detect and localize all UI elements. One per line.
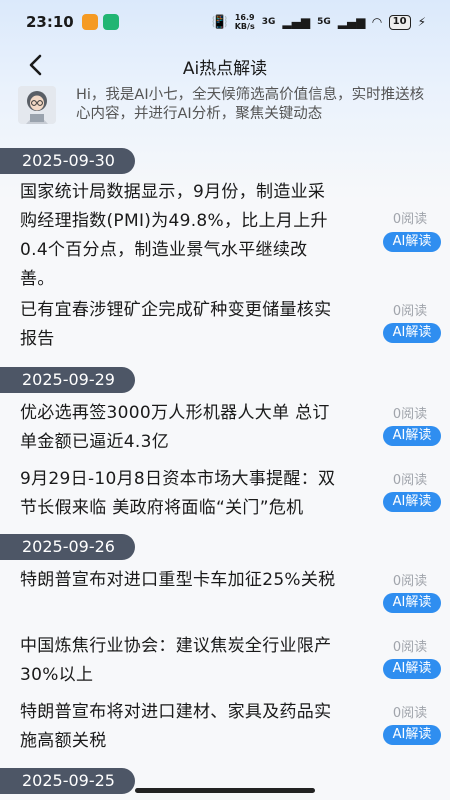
read-count: 0阅读	[392, 212, 428, 227]
date-badge: 2025-09-26	[0, 534, 135, 560]
list-item[interactable]: 特朗普宣布对进口重型卡车加征25%关税 0阅读 AI解读	[0, 566, 450, 613]
read-count: 0阅读	[392, 407, 428, 422]
list-item[interactable]: 特朗普宣布将对进口建材、家具及药品实施高额关税 0阅读 AI解读	[0, 698, 450, 756]
news-title[interactable]: 9月29日-10月8日资本市场大事提醒：双节长假来临 美政府将面临“关门”危机	[20, 465, 340, 523]
net-speed-unit: KB/s	[234, 22, 255, 31]
date-section: 2025-09-30	[0, 148, 450, 174]
ai-interpret-button[interactable]: AI解读	[383, 492, 441, 512]
news-title[interactable]: 优必选再签3000万人形机器人大单 总订单金额已逼近4.3亿	[20, 399, 340, 457]
read-count: 0阅读	[392, 574, 428, 589]
date-section: 2025-09-29	[0, 367, 450, 393]
assistant-intro: Hi，我是AI小七，全天候筛选高价值信息，实时推送核心内容，并进行AI分析，聚焦…	[18, 86, 438, 138]
list-item[interactable]: 已有宜春涉锂矿企完成矿种变更储量核实报告 0阅读 AI解读	[0, 296, 450, 354]
news-title[interactable]: 特朗普宣布将对进口建材、家具及药品实施高额关税	[20, 698, 340, 756]
signal-5g: 5G	[317, 17, 331, 27]
date-badge: 2025-09-30	[0, 148, 135, 174]
nav-bar: Ai热点解读	[0, 44, 450, 88]
signal-3g: 3G	[261, 17, 276, 27]
signal-bars-icon-2: ▂▄▆	[337, 15, 366, 29]
news-title[interactable]: 中国炼焦行业协会：建议焦炭全行业限产30%以上	[20, 632, 340, 690]
news-title[interactable]: 国家统计局数据显示，9月份，制造业采购经理指数(PMI)为49.8%，比上月上升…	[20, 178, 340, 294]
net-speed: 16.9 KB/s	[235, 13, 255, 31]
list-item[interactable]: 中国炼焦行业协会：建议焦炭全行业限产30%以上 0阅读 AI解读	[0, 632, 450, 690]
status-time: 23:10	[26, 13, 74, 31]
status-bar: 23:10 📳 16.9 KB/s 3G ▂▄▆ 5G ▂▄▆ ◠ 10 ⚡	[0, 0, 450, 44]
ai-interpret-button[interactable]: AI解读	[383, 659, 441, 679]
net-speed-value: 16.9	[234, 13, 255, 22]
date-badge: 2025-09-25	[0, 768, 135, 794]
read-count: 0阅读	[392, 473, 428, 488]
ai-interpret-button[interactable]: AI解读	[383, 323, 441, 343]
news-title[interactable]: 已有宜春涉锂矿企完成矿种变更储量核实报告	[20, 296, 340, 354]
chat-notification-icon	[102, 14, 119, 30]
page-title: Ai热点解读	[182, 59, 268, 79]
read-count: 0阅读	[392, 706, 428, 721]
read-count: 0阅读	[392, 304, 428, 319]
wifi-icon: ◠	[372, 15, 382, 29]
ai-interpret-button[interactable]: AI解读	[383, 725, 441, 745]
list-item[interactable]: 9月29日-10月8日资本市场大事提醒：双节长假来临 美政府将面临“关门”危机 …	[0, 465, 450, 523]
list-item[interactable]: 国家统计局数据显示，9月份，制造业采购经理指数(PMI)为49.8%，比上月上升…	[0, 178, 450, 294]
news-title[interactable]: 特朗普宣布对进口重型卡车加征25%关税	[20, 566, 340, 595]
charging-icon: ⚡	[417, 15, 426, 29]
signal-bars-icon: ▂▄▆	[282, 15, 311, 29]
list-item[interactable]: 优必选再签3000万人形机器人大单 总订单金额已逼近4.3亿 0阅读 AI解读	[0, 399, 450, 457]
date-badge: 2025-09-29	[0, 367, 135, 393]
date-section: 2025-09-26	[0, 534, 450, 560]
battery-level: 10	[392, 15, 407, 27]
ai-interpret-button[interactable]: AI解读	[383, 593, 441, 613]
ai-interpret-button[interactable]: AI解读	[383, 232, 441, 252]
ai-interpret-button[interactable]: AI解读	[383, 426, 441, 446]
home-indicator[interactable]	[135, 788, 315, 793]
ai-assistant-avatar	[18, 86, 56, 124]
intro-text: Hi，我是AI小七，全天候筛选高价值信息，实时推送核心内容，并进行AI分析，聚焦…	[76, 87, 425, 122]
status-indicators: 📳 16.9 KB/s 3G ▂▄▆ 5G ▂▄▆ ◠ 10 ⚡	[212, 13, 426, 31]
vibrate-icon: 📳	[211, 14, 228, 30]
read-count: 0阅读	[392, 640, 428, 655]
battery-icon: 10	[388, 14, 411, 30]
app-notification-icon	[81, 14, 98, 30]
